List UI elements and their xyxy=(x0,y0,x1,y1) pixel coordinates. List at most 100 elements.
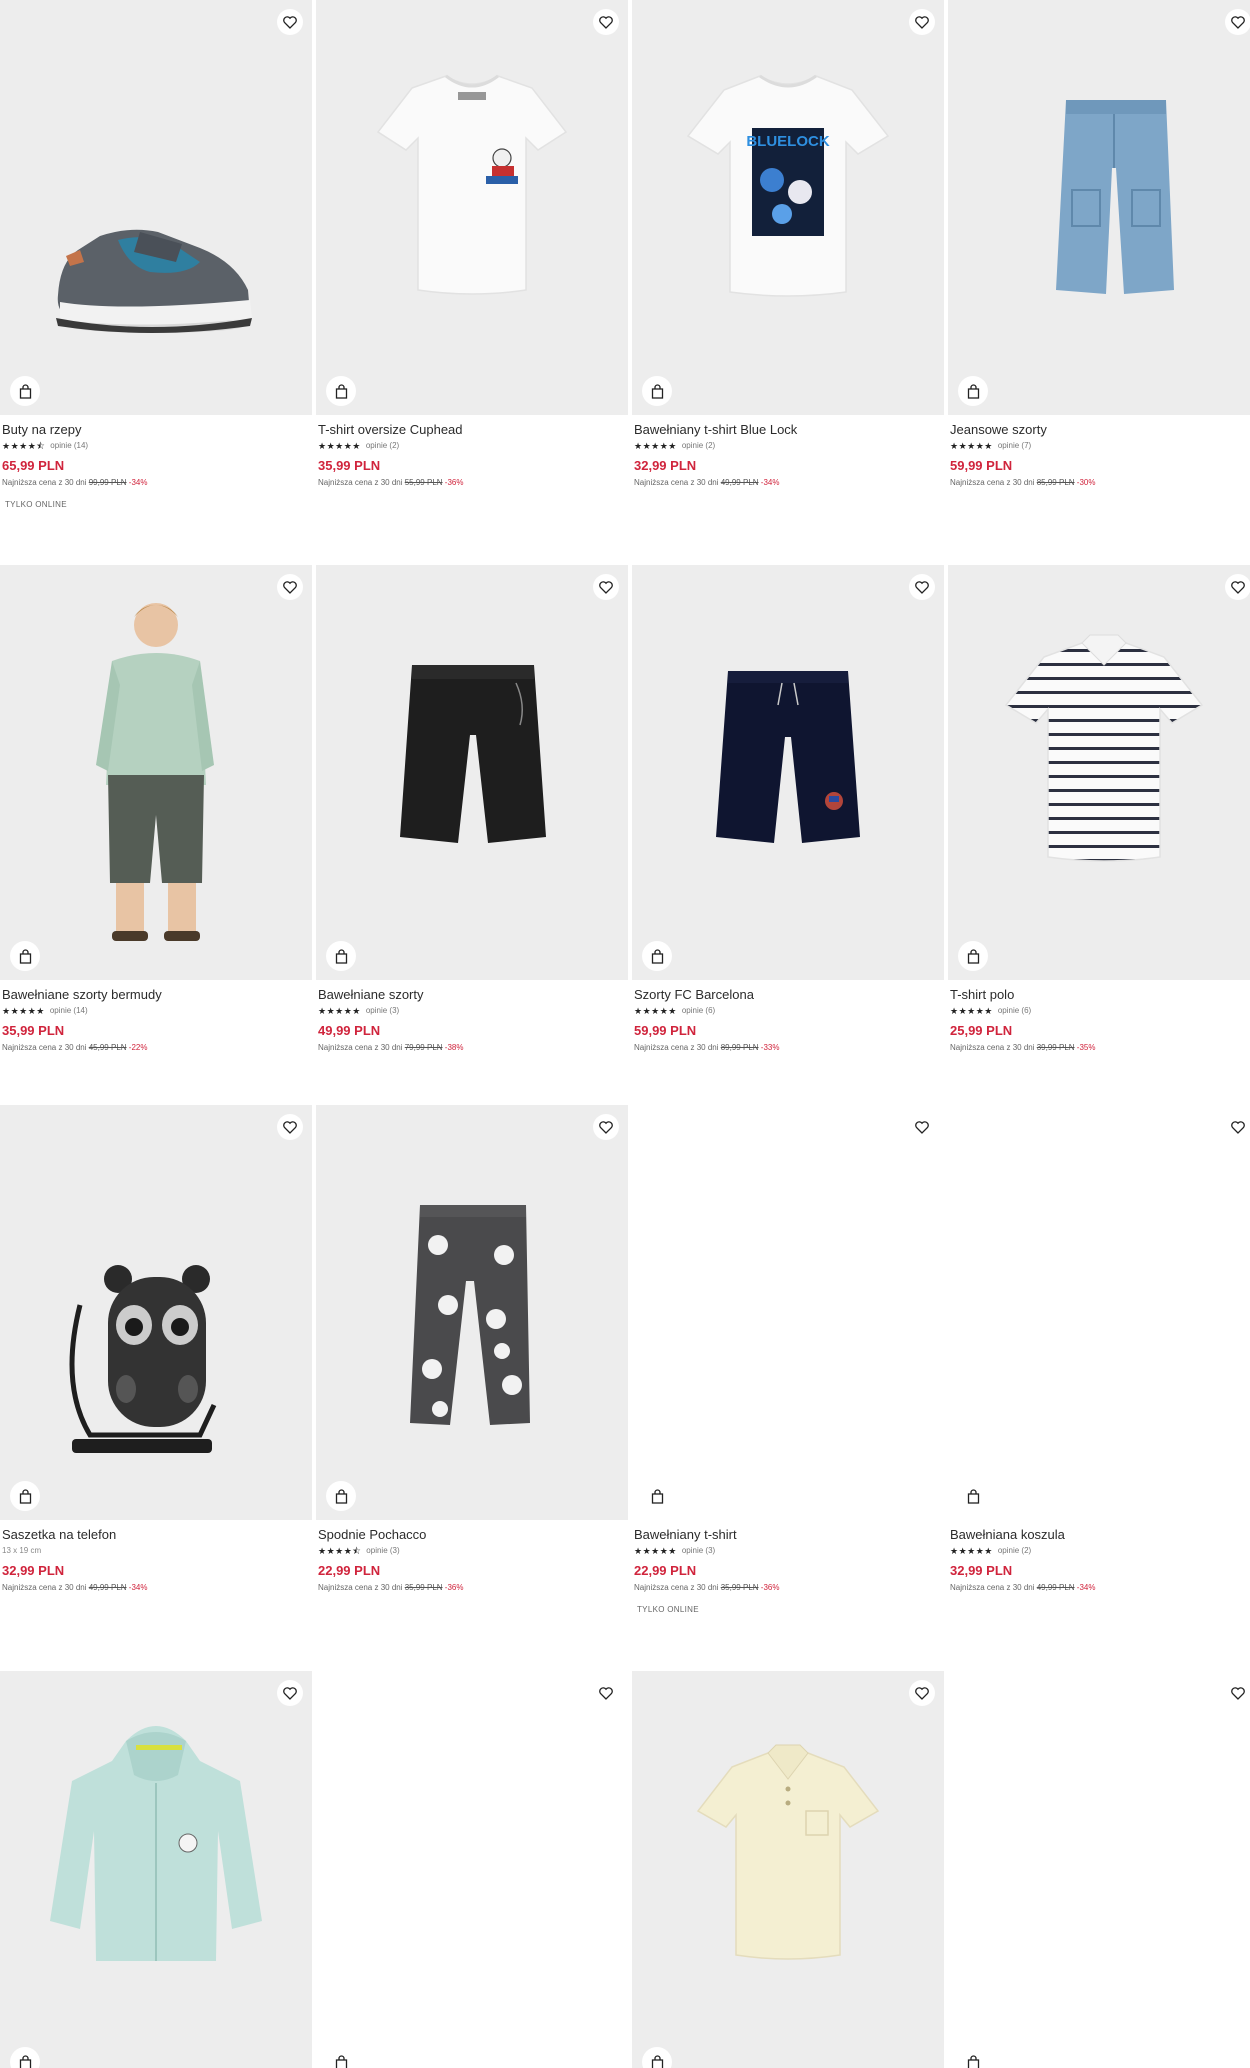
product-name[interactable]: Bawełniany t-shirt Blue Lock xyxy=(634,422,942,438)
lowest-price-info: Najniższa cena z 30 dni 35,99 PLN -36% xyxy=(318,1583,626,1593)
add-to-cart-button[interactable] xyxy=(326,1481,356,1511)
add-to-cart-button[interactable] xyxy=(958,376,988,406)
product-card[interactable] xyxy=(632,1671,944,2068)
heart-icon xyxy=(283,15,297,29)
favorite-button[interactable] xyxy=(277,1114,303,1140)
favorite-button[interactable] xyxy=(593,574,619,600)
add-to-cart-button[interactable] xyxy=(642,941,672,971)
product-name[interactable]: Spodnie Pochacco xyxy=(318,1527,626,1543)
product-card[interactable] xyxy=(0,1671,312,2068)
product-name[interactable]: Bawełniane szorty bermudy xyxy=(2,987,310,1003)
product-image[interactable] xyxy=(632,1671,944,2068)
boy-model-image xyxy=(96,603,214,941)
add-to-cart-button[interactable] xyxy=(642,1481,672,1511)
product-card[interactable]: Buty na rzepy ★★★★⯪ opinie (14) 65,99 PL… xyxy=(0,0,312,509)
product-card[interactable]: Jeansowe szorty ★★★★★ opinie (7) 59,99 P… xyxy=(948,0,1250,488)
add-to-cart-button[interactable] xyxy=(10,1481,40,1511)
heart-icon xyxy=(1231,15,1245,29)
favorite-button[interactable] xyxy=(1225,1114,1250,1140)
old-price: 35,99 PLN xyxy=(720,1583,759,1592)
product-image[interactable] xyxy=(316,0,628,415)
product-name[interactable]: Saszetka na telefon xyxy=(2,1527,310,1543)
old-price: 79,99 PLN xyxy=(404,1043,443,1052)
favorite-button[interactable] xyxy=(1225,1680,1250,1706)
product-card[interactable]: Bawełniana koszula ★★★★★ opinie (2) 32,9… xyxy=(948,1105,1250,1593)
lowest-price-label: Najniższa cena z 30 dni xyxy=(634,1043,719,1052)
favorite-button[interactable] xyxy=(277,574,303,600)
favorite-button[interactable] xyxy=(1225,574,1250,600)
product-image[interactable] xyxy=(0,1671,312,2068)
review-count: opinie (7) xyxy=(997,441,1032,450)
product-card[interactable]: Spodnie Pochacco ★★★★⯪ opinie (3) 22,99 … xyxy=(316,1105,628,1593)
product-image[interactable] xyxy=(0,1105,312,1520)
product-name[interactable]: Buty na rzepy xyxy=(2,422,310,438)
striped-polo-image xyxy=(1004,634,1204,862)
favorite-button[interactable] xyxy=(593,1114,619,1140)
product-image[interactable] xyxy=(632,565,944,980)
favorite-button[interactable] xyxy=(593,9,619,35)
add-to-cart-button[interactable] xyxy=(958,941,988,971)
favorite-button[interactable] xyxy=(909,1680,935,1706)
product-name[interactable]: Bawełniany t-shirt xyxy=(634,1527,942,1543)
product-card[interactable]: BLUELOCK Bawełniany t-shirt Blue Lock ★★… xyxy=(632,0,944,488)
product-card[interactable]: Bawełniane szorty bermudy ★★★★★ opinie (… xyxy=(0,565,312,1053)
product-price: 59,99 PLN xyxy=(950,458,1013,473)
product-price: 32,99 PLN xyxy=(634,458,697,473)
product-image[interactable] xyxy=(316,1671,628,2068)
lowest-price-info: Najniższa cena z 30 dni 35,99 PLN -36% xyxy=(634,1583,942,1593)
product-card[interactable] xyxy=(316,1671,628,2068)
product-image[interactable] xyxy=(0,0,312,415)
rating-stars: ★★★★★ xyxy=(318,1006,361,1016)
add-to-cart-button[interactable] xyxy=(642,376,672,406)
product-card[interactable]: Bawełniany t-shirt ★★★★★ opinie (3) 22,9… xyxy=(632,1105,944,1614)
favorite-button[interactable] xyxy=(909,9,935,35)
rating-stars: ★★★★★ xyxy=(2,1006,45,1016)
product-card[interactable]: Saszetka na telefon 13 x 19 cm 32,99 PLN… xyxy=(0,1105,312,1593)
favorite-button[interactable] xyxy=(593,1680,619,1706)
add-to-cart-button[interactable] xyxy=(958,1481,988,1511)
product-card[interactable]: T-shirt oversize Cuphead ★★★★★ opinie (2… xyxy=(316,0,628,488)
product-image[interactable]: BLUELOCK xyxy=(632,0,944,415)
product-name[interactable]: Szorty FC Barcelona xyxy=(634,987,942,1003)
favorite-button[interactable] xyxy=(909,1114,935,1140)
favorite-button[interactable] xyxy=(1225,9,1250,35)
heart-icon xyxy=(1231,1120,1245,1134)
product-card[interactable]: Szorty FC Barcelona ★★★★★ opinie (6) 59,… xyxy=(632,565,944,1053)
product-rating: ★★★★★ opinie (7) xyxy=(950,441,1250,451)
lowest-price-label: Najniższa cena z 30 dni xyxy=(634,1583,719,1592)
add-to-cart-button[interactable] xyxy=(10,941,40,971)
favorite-button[interactable] xyxy=(277,1680,303,1706)
product-card[interactable]: Bawełniane szorty ★★★★★ opinie (3) 49,99… xyxy=(316,565,628,1053)
product-name[interactable]: Bawełniane szorty xyxy=(318,987,626,1003)
shopping-bag-icon xyxy=(19,948,32,964)
product-image[interactable] xyxy=(316,565,628,980)
discount-badge: -34% xyxy=(760,478,780,487)
discount-badge: -36% xyxy=(444,478,464,487)
product-image[interactable] xyxy=(948,1105,1250,1520)
product-name[interactable]: T-shirt oversize Cuphead xyxy=(318,422,626,438)
add-to-cart-button[interactable] xyxy=(10,376,40,406)
product-card[interactable]: T-shirt polo ★★★★★ opinie (6) 25,99 PLN … xyxy=(948,565,1250,1053)
product-image[interactable] xyxy=(948,1671,1250,2068)
product-image[interactable] xyxy=(316,1105,628,1520)
product-image[interactable] xyxy=(0,565,312,980)
product-name[interactable]: T-shirt polo xyxy=(950,987,1250,1003)
product-image[interactable] xyxy=(948,0,1250,415)
add-to-cart-button[interactable] xyxy=(326,2047,356,2068)
polo-shirt-image xyxy=(696,1744,880,1960)
product-card[interactable] xyxy=(948,1671,1250,2068)
product-name[interactable]: Jeansowe szorty xyxy=(950,422,1250,438)
add-to-cart-button[interactable] xyxy=(326,376,356,406)
product-price: 25,99 PLN xyxy=(950,1023,1013,1038)
hoodie-image xyxy=(50,1726,262,1961)
favorite-button[interactable] xyxy=(909,574,935,600)
add-to-cart-button[interactable] xyxy=(326,941,356,971)
product-image[interactable] xyxy=(948,565,1250,980)
product-image[interactable] xyxy=(632,1105,944,1520)
add-to-cart-button[interactable] xyxy=(958,2047,988,2068)
shopping-bag-icon xyxy=(335,2054,348,2068)
favorite-button[interactable] xyxy=(277,9,303,35)
product-rating: ★★★★★ opinie (2) xyxy=(634,441,942,451)
review-count: opinie (2) xyxy=(681,441,716,450)
product-name[interactable]: Bawełniana koszula xyxy=(950,1527,1250,1543)
